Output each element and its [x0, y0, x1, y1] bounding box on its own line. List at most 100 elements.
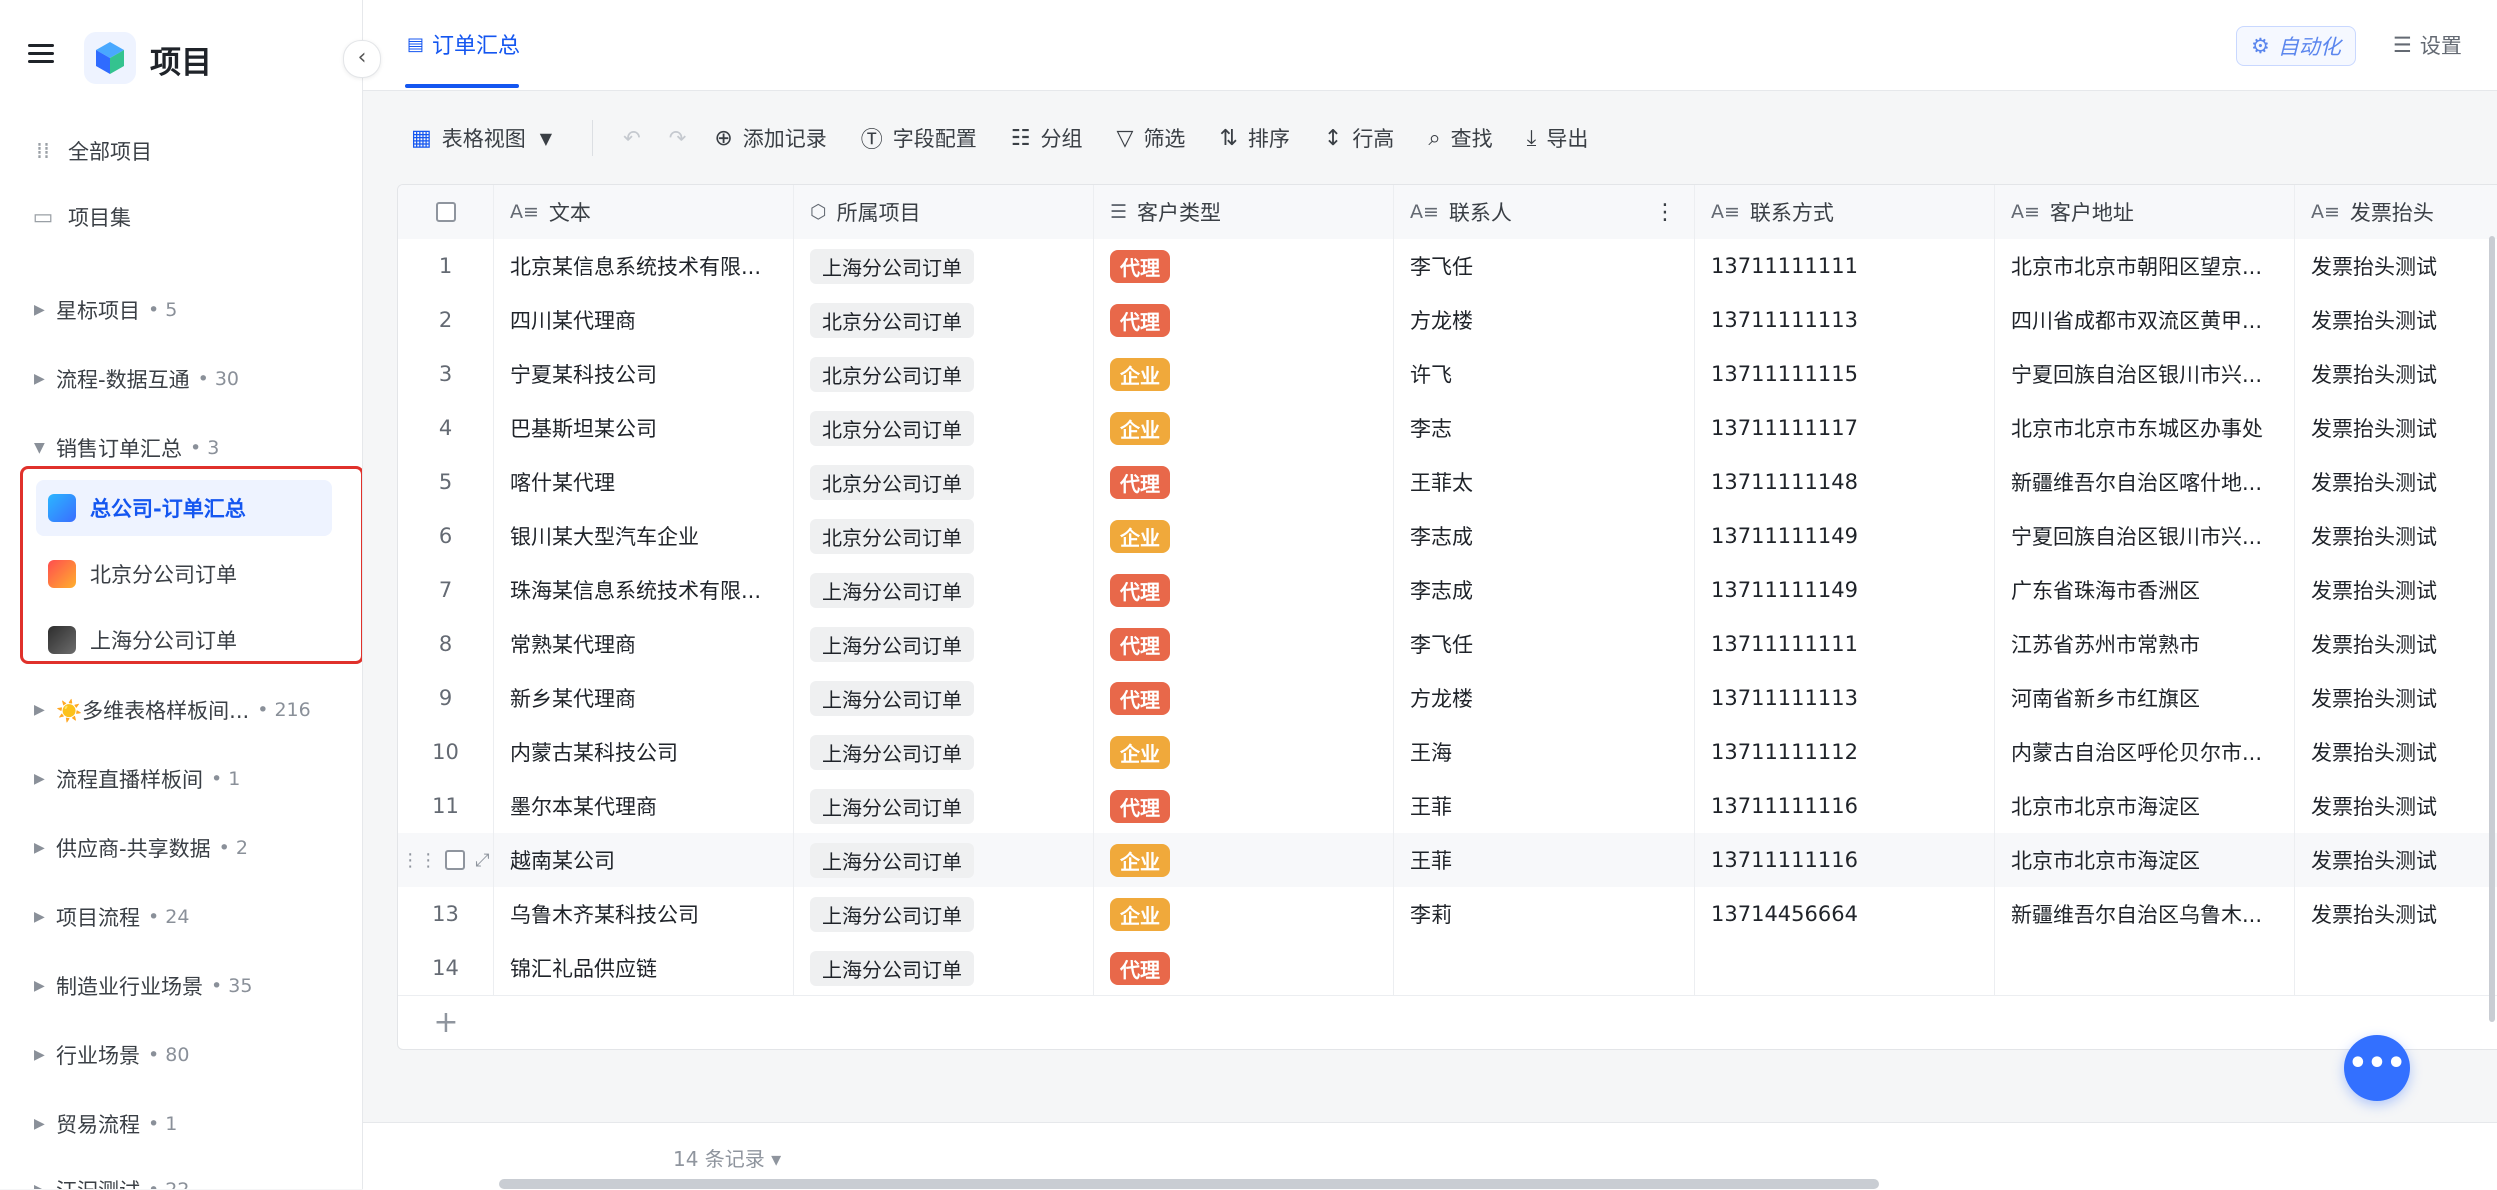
column-header-address[interactable]: A≡ 客户地址	[1995, 185, 2295, 239]
sidebar-group-supplier[interactable]: ▶ 供应商-共享数据 • 2	[34, 828, 248, 868]
cell-address[interactable]: 江苏省苏州市常熟市	[1995, 617, 2295, 671]
cell-project[interactable]: 上海分公司订单	[794, 671, 1094, 725]
sidebar-group-starred[interactable]: ▶ 星标项目 • 5	[34, 290, 177, 330]
settings-button[interactable]: ☰ 设置	[2393, 30, 2462, 60]
cell-contact[interactable]: 李莉	[1394, 887, 1695, 941]
cell-customer-type[interactable]: 代理	[1094, 941, 1394, 995]
column-header-project[interactable]: ⬡ 所属项目	[794, 185, 1094, 239]
cell-customer-type[interactable]: 代理	[1094, 671, 1394, 725]
column-header-text[interactable]: A≡ 文本	[494, 185, 794, 239]
cell-contact[interactable]: 方龙楼	[1394, 671, 1695, 725]
cell-phone[interactable]: 13711111148	[1695, 455, 1995, 509]
cell-invoice[interactable]: 发票抬头测试	[2295, 671, 2497, 725]
cell-phone[interactable]: 13711111117	[1695, 401, 1995, 455]
more-actions-button[interactable]: •••	[2344, 1035, 2410, 1101]
vertical-scrollbar[interactable]	[2489, 236, 2495, 1022]
cell-invoice[interactable]: 发票抬头测试	[2295, 509, 2497, 563]
table-row[interactable]: 7 珠海某信息系统技术有限... 上海分公司订单 代理 李志成 13711111149 广东…	[398, 563, 2497, 618]
redo-button[interactable]: ↷	[669, 126, 687, 150]
cell-invoice[interactable]: 发票抬头测试	[2295, 725, 2497, 779]
cell-text[interactable]: 银川某大型汽车企业	[494, 509, 794, 563]
table-row[interactable]: 8 常熟某代理商 上海分公司订单 代理 李飞任 13711111111 江苏省苏州市常熟市发…	[398, 617, 2497, 672]
cell-project[interactable]: 上海分公司订单	[794, 563, 1094, 617]
cell-customer-type[interactable]: 企业	[1094, 833, 1394, 887]
cell-project[interactable]: 上海分公司订单	[794, 239, 1094, 293]
automation-button[interactable]: ⚙ 自动化	[2236, 26, 2356, 66]
table-row[interactable]: ⋮⋮ ⤢ 越南某公司 上海分公司订单 企业 王菲 13711111116 北京市北京市海淀区发…	[398, 833, 2497, 888]
cell-invoice[interactable]: 发票抬头测试	[2295, 833, 2497, 887]
sidebar-item-all-projects[interactable]: ⁞⁞ 全部项目	[30, 129, 152, 173]
cell-project[interactable]: 北京分公司订单	[794, 347, 1094, 401]
cell-customer-type[interactable]: 代理	[1094, 563, 1394, 617]
table-row[interactable]: 9 新乡某代理商 上海分公司订单 代理 方龙楼 13711111113 河南省新乡市红旗区发…	[398, 671, 2497, 726]
cell-phone[interactable]: 13711111113	[1695, 671, 1995, 725]
table-row[interactable]: 14 锦汇礼品供应链 上海分公司订单 代理	[398, 941, 2497, 996]
collapse-sidebar-button[interactable]: ‹	[343, 40, 381, 78]
undo-button[interactable]: ↶	[623, 126, 641, 150]
cell-contact[interactable]: 许飞	[1394, 347, 1695, 401]
cell-phone[interactable]: 13711111116	[1695, 833, 1995, 887]
cell-customer-type[interactable]: 企业	[1094, 887, 1394, 941]
cell-address[interactable]: 宁夏回族自治区银川市兴...	[1995, 509, 2295, 563]
column-header-contact[interactable]: A≡ 联系人 ⋮	[1394, 185, 1695, 239]
expand-icon[interactable]: ⤢	[475, 850, 489, 871]
row-height-button[interactable]: ↕ 行高	[1324, 123, 1394, 153]
cell-phone[interactable]: 13714456664	[1695, 887, 1995, 941]
cell-customer-type[interactable]: 代理	[1094, 617, 1394, 671]
cell-project[interactable]: 北京分公司订单	[794, 509, 1094, 563]
cell-invoice[interactable]: 发票抬头测试	[2295, 887, 2497, 941]
cell-project[interactable]: 北京分公司订单	[794, 455, 1094, 509]
sidebar-group-trade[interactable]: ▶ 贸易流程 • 1	[34, 1104, 177, 1144]
cell-invoice[interactable]: 发票抬头测试	[2295, 293, 2497, 347]
sidebar-group-bitable-demo[interactable]: ▶ ☀️多维表格样板间... • 216	[34, 690, 311, 730]
cell-text[interactable]: 新乡某代理商	[494, 671, 794, 725]
menu-icon[interactable]	[28, 44, 54, 64]
cell-address[interactable]: 宁夏回族自治区银川市兴...	[1995, 347, 2295, 401]
cell-invoice[interactable]: 发票抬头测试	[2295, 563, 2497, 617]
cell-project[interactable]: 上海分公司订单	[794, 617, 1094, 671]
cell-contact[interactable]: 李飞任	[1394, 617, 1695, 671]
cell-text[interactable]: 喀什某代理	[494, 455, 794, 509]
cell-text[interactable]: 宁夏某科技公司	[494, 347, 794, 401]
table-row[interactable]: 10 内蒙古某科技公司 上海分公司订单 企业 王海 13711111112 内蒙古自治区呼伦…	[398, 725, 2497, 780]
cell-phone[interactable]: 13711111115	[1695, 347, 1995, 401]
cell-text[interactable]: 内蒙古某科技公司	[494, 725, 794, 779]
cell-address[interactable]: 新疆维吾尔自治区乌鲁木...	[1995, 887, 2295, 941]
cell-address[interactable]: 北京市北京市海淀区	[1995, 833, 2295, 887]
sidebar-group-manufacturing[interactable]: ▶ 制造业行业场景 • 35	[34, 966, 252, 1006]
cell-project[interactable]: 上海分公司订单	[794, 887, 1094, 941]
cell-text[interactable]: 珠海某信息系统技术有限...	[494, 563, 794, 617]
cell-text[interactable]: 四川某代理商	[494, 293, 794, 347]
record-count[interactable]: 14 条记录 ▾	[673, 1143, 781, 1172]
cell-address[interactable]: 四川省成都市双流区黄甲...	[1995, 293, 2295, 347]
table-row[interactable]: 3 宁夏某科技公司 北京分公司订单 企业 许飞 13711111115 宁夏回族自治区银川市…	[398, 347, 2497, 402]
filter-button[interactable]: ▽ 筛选	[1117, 123, 1186, 153]
cell-phone[interactable]	[1695, 941, 1995, 995]
cell-address[interactable]: 广东省珠海市香洲区	[1995, 563, 2295, 617]
cell-text[interactable]: 乌鲁木齐某科技公司	[494, 887, 794, 941]
cell-customer-type[interactable]: 代理	[1094, 239, 1394, 293]
cell-invoice[interactable]	[2295, 941, 2497, 995]
sidebar-group-test[interactable]: ▶ 汪汩测试 • 22	[34, 1170, 189, 1189]
horizontal-scrollbar[interactable]	[499, 1179, 1879, 1189]
add-record-button[interactable]: ⊕ 添加记录	[714, 123, 826, 153]
cell-text[interactable]: 锦汇礼品供应链	[494, 941, 794, 995]
sidebar-group-project-flow[interactable]: ▶ 项目流程 • 24	[34, 897, 189, 937]
cell-address[interactable]: 北京市北京市海淀区	[1995, 779, 2295, 833]
cell-contact[interactable]: 李飞任	[1394, 239, 1695, 293]
field-config-button[interactable]: Ⓣ 字段配置	[861, 122, 977, 154]
cell-address[interactable]: 北京市北京市朝阳区望京...	[1995, 239, 2295, 293]
cell-contact[interactable]: 李志成	[1394, 509, 1695, 563]
sidebar-group-industry[interactable]: ▶ 行业场景 • 80	[34, 1035, 189, 1075]
cell-invoice[interactable]: 发票抬头测试	[2295, 455, 2497, 509]
sidebar-group-live-demo[interactable]: ▶ 流程直播样板间 • 1	[34, 759, 240, 799]
table-row[interactable]: 13 乌鲁木齐某科技公司 上海分公司订单 企业 李莉 13714456664 新疆维吾尔自治…	[398, 887, 2497, 942]
more-icon[interactable]: ⋮	[1654, 200, 1676, 225]
tab-order-summary[interactable]: ▤ 订单汇总	[407, 28, 520, 60]
cell-text[interactable]: 墨尔本某代理商	[494, 779, 794, 833]
sidebar-item-project-sets[interactable]: ▭ 项目集	[30, 195, 131, 239]
sort-button[interactable]: ⇅ 排序	[1219, 123, 1289, 153]
cell-address[interactable]: 北京市北京市东城区办事处	[1995, 401, 2295, 455]
cell-text[interactable]: 北京某信息系统技术有限...	[494, 239, 794, 293]
cell-contact[interactable]: 王菲	[1394, 779, 1695, 833]
